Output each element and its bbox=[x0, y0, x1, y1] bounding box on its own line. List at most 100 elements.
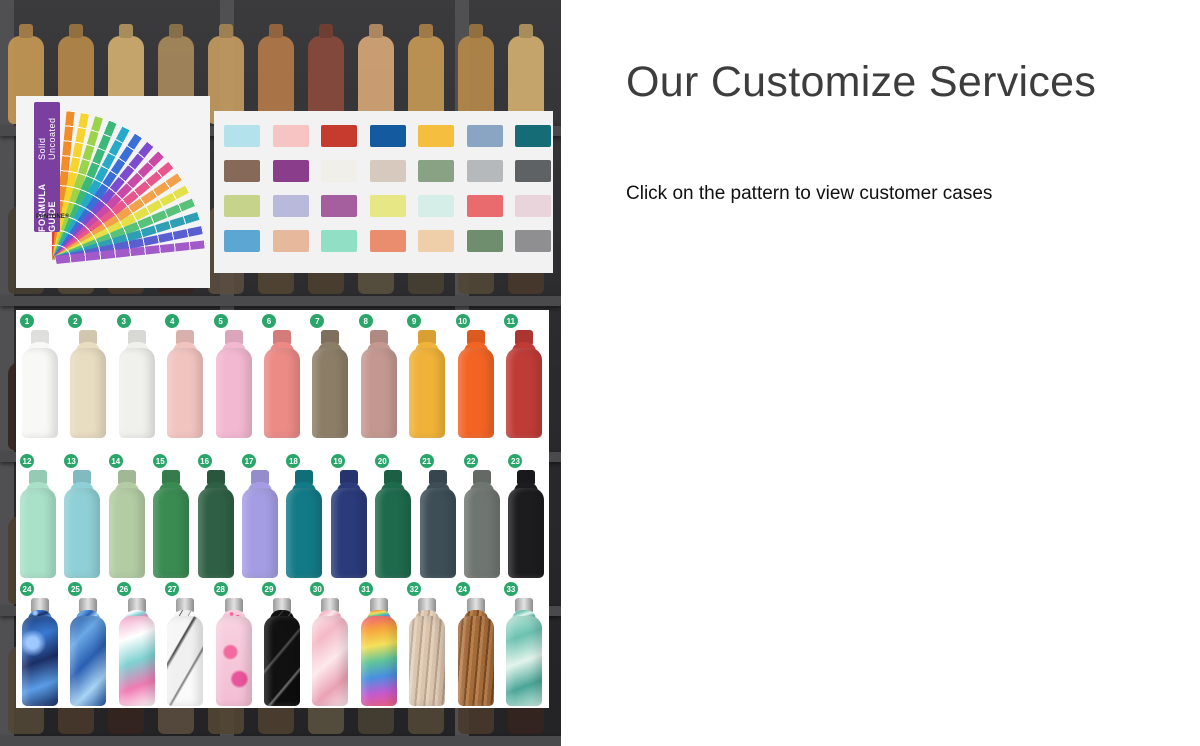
bottle-body bbox=[419, 488, 456, 578]
color-swatch[interactable] bbox=[369, 125, 406, 147]
bottle-option[interactable]: 6 bbox=[258, 310, 306, 443]
bottle-image bbox=[64, 470, 101, 578]
color-swatch[interactable] bbox=[466, 230, 503, 252]
bottle-option[interactable]: 15 bbox=[149, 450, 193, 583]
bottle-image bbox=[70, 330, 107, 438]
color-swatch[interactable] bbox=[418, 125, 454, 147]
color-swatch[interactable] bbox=[272, 160, 309, 182]
color-swatch[interactable] bbox=[321, 230, 357, 252]
color-swatch[interactable] bbox=[224, 125, 260, 147]
color-swatch[interactable] bbox=[369, 160, 406, 182]
color-swatch-card[interactable] bbox=[214, 111, 553, 273]
color-swatch[interactable] bbox=[272, 230, 309, 252]
bottle-number-badge: 15 bbox=[153, 454, 168, 468]
bottle-option[interactable]: 18 bbox=[282, 450, 326, 583]
color-swatch[interactable] bbox=[466, 195, 503, 217]
bottle-body bbox=[197, 488, 234, 578]
bottle-option[interactable]: 17 bbox=[238, 450, 282, 583]
color-swatch[interactable] bbox=[466, 125, 503, 147]
bottle-option[interactable]: 8 bbox=[355, 310, 403, 443]
bottle-image bbox=[118, 330, 155, 438]
bottle-body bbox=[375, 488, 412, 578]
bottle-body bbox=[505, 348, 542, 438]
bottle-option[interactable]: 2 bbox=[64, 310, 112, 443]
bottle-number-badge: 13 bbox=[64, 454, 79, 468]
color-swatch[interactable] bbox=[321, 125, 357, 147]
bottle-body bbox=[22, 348, 58, 438]
bottle-option[interactable]: 12 bbox=[16, 450, 60, 583]
bottle-number-badge: 29 bbox=[261, 582, 276, 596]
bottle-option[interactable]: 1 bbox=[16, 310, 64, 443]
color-swatch[interactable] bbox=[515, 125, 551, 147]
bottle-number-badge: 4 bbox=[165, 314, 180, 328]
bottle-number-badge: 22 bbox=[464, 454, 479, 468]
bottle-option[interactable]: 24 bbox=[452, 578, 500, 711]
bottle-option[interactable]: 32 bbox=[403, 578, 451, 711]
bottle-number-badge: 11 bbox=[503, 314, 518, 328]
bottle-option[interactable]: 27 bbox=[161, 578, 209, 711]
bottle-option[interactable]: 23 bbox=[504, 450, 548, 583]
bottle-pattern-panel: 1 2 3 4 5 6 7 8 9 10 11 12 13 14 15 16 17 18 19 20 21 22 23 2… bbox=[16, 310, 549, 708]
bottle-option[interactable]: 31 bbox=[355, 578, 403, 711]
bottle-option[interactable]: 21 bbox=[416, 450, 460, 583]
bottle-option[interactable]: 11 bbox=[500, 310, 548, 443]
bottle-option[interactable]: 3 bbox=[113, 310, 161, 443]
page-subtitle: Click on the pattern to view customer ca… bbox=[626, 183, 993, 204]
color-swatch[interactable] bbox=[466, 160, 503, 182]
bottle-number-badge: 20 bbox=[375, 454, 390, 468]
color-swatch[interactable] bbox=[272, 195, 309, 217]
bottle-option[interactable]: 7 bbox=[306, 310, 354, 443]
bottle-body bbox=[70, 616, 107, 706]
bottle-number-badge: 31 bbox=[358, 582, 373, 596]
bottle-option[interactable]: 19 bbox=[327, 450, 371, 583]
bottle-body bbox=[263, 348, 300, 438]
color-swatch[interactable] bbox=[418, 230, 454, 252]
color-swatch[interactable] bbox=[418, 160, 454, 182]
bottle-option[interactable]: 24 bbox=[16, 578, 64, 711]
bottle-option[interactable]: 28 bbox=[210, 578, 258, 711]
bottle-option[interactable]: 14 bbox=[105, 450, 149, 583]
bottle-number-badge: 23 bbox=[508, 454, 523, 468]
swatch-grid bbox=[224, 125, 551, 252]
bottle-body bbox=[64, 488, 101, 578]
color-swatch[interactable] bbox=[224, 160, 260, 182]
bottle-option[interactable]: 16 bbox=[194, 450, 238, 583]
color-swatch[interactable] bbox=[272, 125, 309, 147]
bottle-option[interactable]: 13 bbox=[60, 450, 104, 583]
color-swatch[interactable] bbox=[369, 195, 406, 217]
bottle-option[interactable]: 29 bbox=[258, 578, 306, 711]
bottle-image bbox=[167, 330, 204, 438]
bottle-number-badge: 27 bbox=[165, 582, 180, 596]
pantone-guide-card[interactable]: FORMULA GUIDE Solid Uncoated PANTONE® bbox=[16, 96, 210, 288]
bottle-body bbox=[118, 616, 155, 706]
bottle-body bbox=[108, 488, 145, 578]
bottle-option[interactable]: 20 bbox=[371, 450, 415, 583]
bottle-image bbox=[153, 470, 190, 578]
bottle-option[interactable]: 25 bbox=[64, 578, 112, 711]
color-swatch[interactable] bbox=[515, 195, 551, 217]
bottle-body bbox=[215, 348, 252, 438]
bottle-option[interactable]: 4 bbox=[161, 310, 209, 443]
bottle-option[interactable]: 30 bbox=[306, 578, 354, 711]
bottle-row-3: 24 25 26 27 28 29 30 31 32 24 33 bbox=[16, 578, 549, 711]
bottle-number-badge: 2 bbox=[68, 314, 83, 328]
bottle-row-2: 12 13 14 15 16 17 18 19 20 21 22 23 bbox=[16, 450, 549, 583]
color-swatch[interactable] bbox=[515, 230, 551, 252]
bottle-option[interactable]: 22 bbox=[460, 450, 504, 583]
bottle-number-badge: 12 bbox=[20, 454, 34, 468]
bottle-body bbox=[167, 616, 204, 706]
color-swatch[interactable] bbox=[369, 230, 406, 252]
bottle-option[interactable]: 5 bbox=[210, 310, 258, 443]
bottle-image bbox=[22, 330, 58, 438]
color-swatch[interactable] bbox=[224, 195, 260, 217]
bottle-option[interactable]: 33 bbox=[500, 578, 548, 711]
color-swatch[interactable] bbox=[515, 160, 551, 182]
color-swatch[interactable] bbox=[418, 195, 454, 217]
bottle-option[interactable]: 10 bbox=[452, 310, 500, 443]
color-swatch[interactable] bbox=[224, 230, 260, 252]
color-swatch[interactable] bbox=[321, 160, 357, 182]
color-swatch[interactable] bbox=[321, 195, 357, 217]
bottle-body bbox=[263, 616, 300, 706]
bottle-option[interactable]: 9 bbox=[403, 310, 451, 443]
bottle-option[interactable]: 26 bbox=[113, 578, 161, 711]
